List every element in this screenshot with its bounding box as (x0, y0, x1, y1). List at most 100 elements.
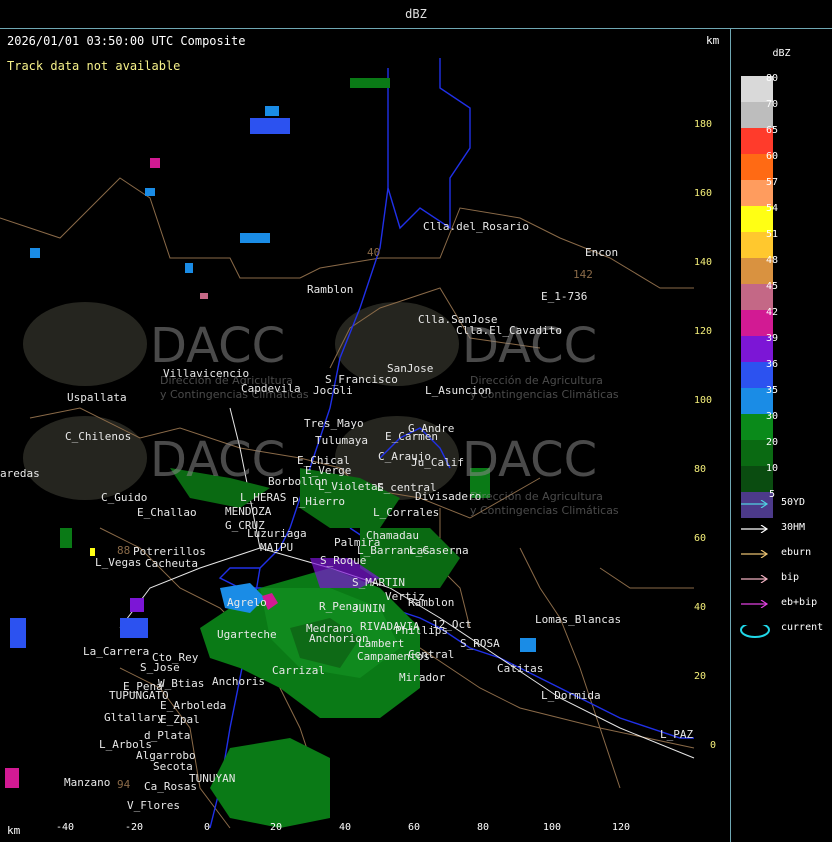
place-label: 12_Oct (432, 618, 472, 631)
arrow-icon (741, 575, 769, 583)
place-label: Catitas (497, 662, 544, 675)
place-label: P_Hierro (292, 495, 345, 508)
place-label: Anchoris (212, 675, 265, 688)
x-tick-label: 60 (408, 822, 421, 833)
watermark-subtitle: Dirección de Agricultura (470, 490, 603, 503)
place-label: Cacheuta (145, 557, 198, 570)
dbz-value-label: 36 (766, 359, 779, 370)
x-tick-label: 20 (270, 822, 283, 833)
place-label: Ju_Calif (411, 456, 464, 469)
window-title: dBZ (405, 7, 427, 21)
place-label: 40 (367, 246, 381, 259)
x-tick-label: 40 (339, 822, 352, 833)
place-label: La_Carrera (83, 645, 150, 658)
dbz-value-label: 57 (766, 177, 779, 188)
place-label: 94 (117, 778, 131, 791)
track-label: eburn (781, 547, 812, 558)
arrow-icon (741, 550, 769, 558)
radar-map[interactable]: DACC DACC DACC DACC Dirección de Agricul… (0, 28, 731, 842)
track-legend-item: 50YD (739, 497, 829, 511)
dbz-value-label: 35 (766, 385, 779, 396)
arrow-icon (741, 525, 769, 533)
place-label: Manzano (64, 776, 111, 789)
place-label: MAIPU (260, 541, 294, 554)
place-label: Ugarteche (217, 628, 277, 641)
y-tick-label: 60 (694, 533, 707, 544)
y-tick-label: 40 (694, 602, 707, 613)
track-legend-item: eb+bip (739, 597, 829, 611)
y-tick-label: 120 (694, 326, 713, 337)
axis-unit-bottom: km (7, 824, 21, 837)
x-tick-label: -40 (56, 822, 75, 833)
x-tick-label: 100 (543, 822, 562, 833)
place-label: C_Guido (101, 491, 148, 504)
arrow-icon (741, 600, 769, 608)
place-label: 88 (117, 544, 131, 557)
track-legend-item: eburn (739, 547, 829, 561)
track-legend-item: bip (739, 572, 829, 586)
place-label: JUNIN (352, 602, 386, 615)
dbz-value-label: 30 (766, 411, 779, 422)
dbz-value-label: 39 (766, 333, 779, 344)
place-label: Central (408, 648, 455, 661)
place-label: Uspallata (67, 391, 127, 404)
place-label: E_1-736 (541, 290, 588, 303)
dbz-value-label: 10 (766, 463, 779, 474)
y-tick-label: 140 (694, 257, 713, 268)
place-label: L_Vegas (95, 556, 142, 569)
place-label: Capdevila (241, 382, 301, 395)
place-label: L_Caserna (409, 544, 469, 557)
place-label: Villavicencio (163, 367, 250, 380)
track-label: 50YD (781, 497, 806, 508)
axis-unit-top: km (706, 34, 720, 47)
dbz-value-label: 51 (766, 229, 779, 240)
x-tick-label: -20 (125, 822, 144, 833)
dbz-value-label: 54 (766, 203, 779, 214)
place-label: Divisadero (415, 490, 482, 503)
place-label: Gltallary (104, 711, 164, 724)
track-label: 30HM (781, 522, 806, 533)
place-label: MENDOZA (225, 505, 272, 518)
dbz-value-label: 45 (766, 281, 779, 292)
place-label: Secota (153, 760, 193, 773)
ellipse-icon (740, 625, 770, 638)
place-label: L_Corrales (373, 506, 440, 519)
legend-panel: dBZ 80 70 65 60 57 54 51 48 45 42 39 36 35 30 20 10 5 50… (731, 28, 832, 842)
x-tick-label: 0 (204, 822, 211, 833)
place-label: C_Chilenos (65, 430, 132, 443)
place-label: SanJose (387, 362, 434, 375)
place-label: L_Violetas (318, 480, 385, 493)
dbz-value-label: 20 (766, 437, 779, 448)
place-label: E_Challao (137, 506, 197, 519)
place-label: L_Dormida (541, 689, 601, 702)
place-label: Ramblon (408, 596, 455, 609)
watermark-subtitle: y Contingencias Climáticas (470, 388, 619, 401)
place-label: Clla.del_Rosario (423, 220, 529, 233)
watermark-logo: DACC (150, 432, 286, 488)
place-label: Agrelo (227, 596, 267, 609)
dbz-value-label: 48 (766, 255, 779, 266)
place-label: L_HERAS (240, 491, 287, 504)
dbz-value-label: 70 (766, 99, 779, 110)
place-label: Mirador (399, 671, 446, 684)
y-tick-label: 80 (694, 464, 707, 475)
window-title-bar: dBZ (0, 0, 832, 29)
place-label: E_Carmen (385, 430, 438, 443)
place-label: Clla.El_Cavadito (456, 324, 562, 337)
track-legend-item: 30HM (739, 522, 829, 536)
place-label: E_Arboleda (160, 699, 227, 712)
track-label: current (781, 622, 824, 633)
place-label: Luzuriaga (247, 527, 307, 540)
dbz-value-label: 60 (766, 151, 779, 162)
place-label: Ramblon (307, 283, 354, 296)
watermark-subtitle: y Contingencias Climáticas (470, 504, 619, 517)
place-label: Lambert (358, 637, 405, 650)
y-tick-label: 20 (694, 671, 707, 682)
status-message: Track data not available (7, 59, 181, 73)
track-legend-item: current (739, 622, 829, 638)
place-label: V_Flores (127, 799, 180, 812)
place-label: aredas (0, 467, 40, 480)
place-label: S_Jose (140, 661, 180, 674)
place-label: Tulumaya (315, 434, 368, 447)
track-label: eb+bip (781, 597, 818, 608)
